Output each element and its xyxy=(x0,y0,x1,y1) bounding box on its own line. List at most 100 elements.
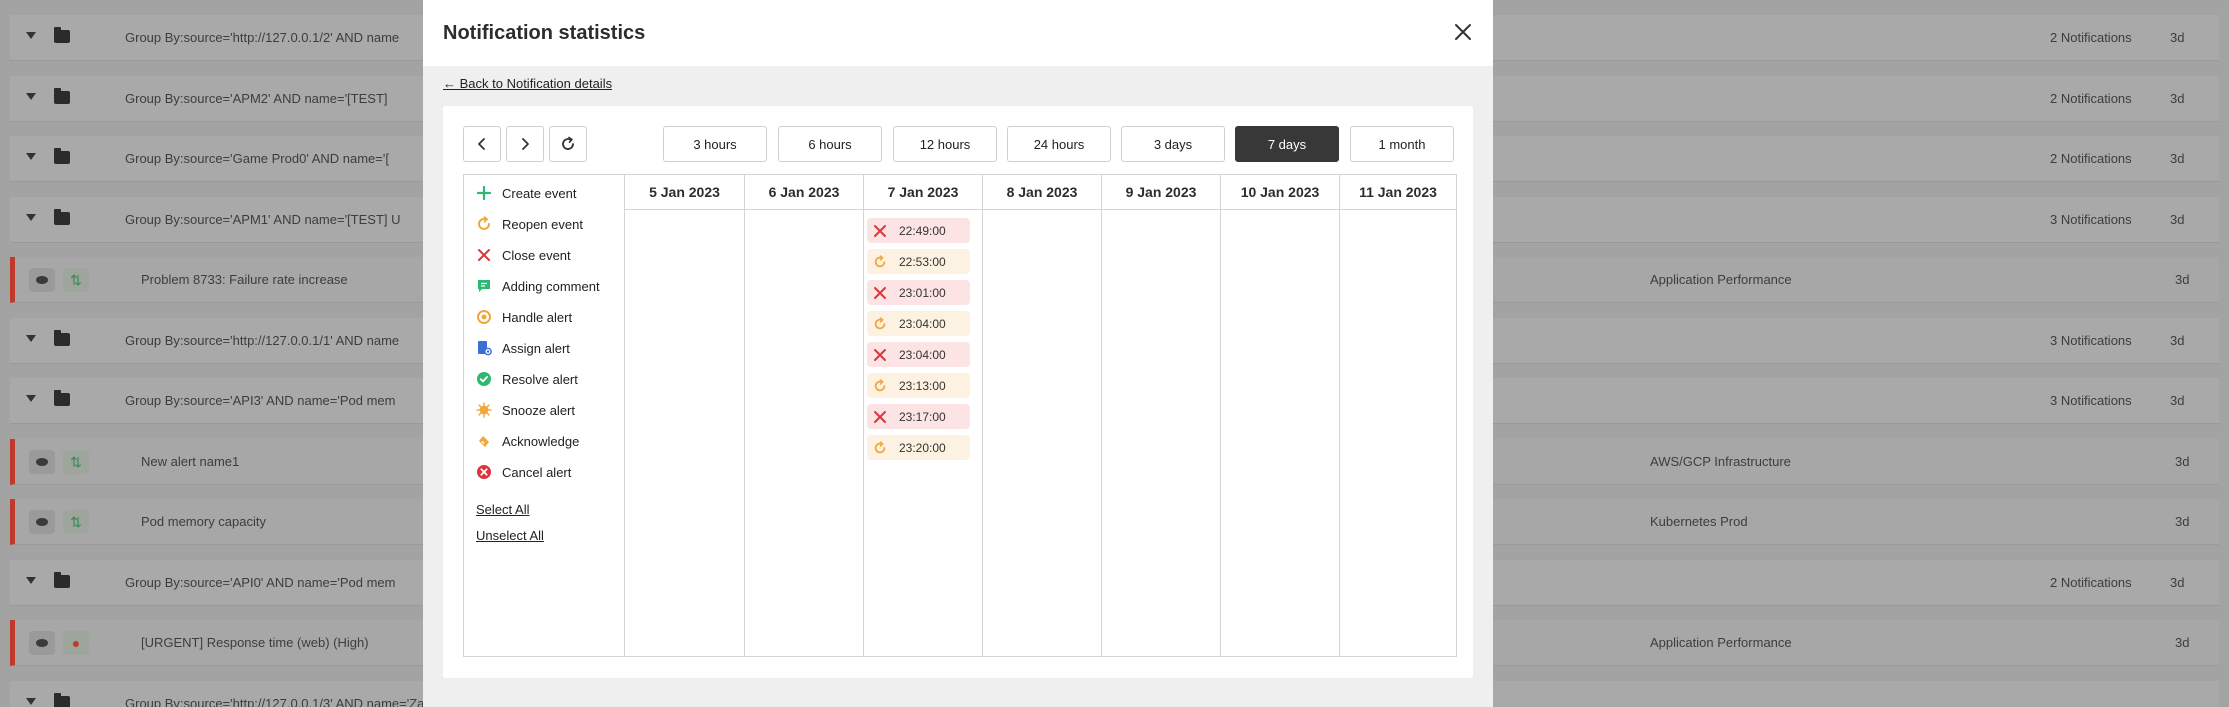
age-text: 3d xyxy=(2170,332,2185,348)
age-text: 3d xyxy=(2170,30,2185,45)
age-text: 3d xyxy=(2170,211,2185,227)
reopen-event-chip[interactable]: 23:04:00 xyxy=(867,311,970,336)
eye-icon xyxy=(29,449,55,474)
close-event-chip[interactable]: 22:49:00 xyxy=(867,218,970,243)
legend-item-adding-comment[interactable]: Adding comment xyxy=(476,276,600,296)
chevron-down-icon xyxy=(26,153,36,160)
group-query-text: Group By:source='APM2' AND name='[TEST] xyxy=(125,90,388,106)
range-button-7-days[interactable]: 7 days xyxy=(1235,126,1339,162)
legend-item-resolve-alert[interactable]: Resolve alert xyxy=(476,369,578,389)
event-time: 22:49:00 xyxy=(899,223,946,238)
comment-icon xyxy=(476,278,492,294)
legend-item-label: Reopen event xyxy=(502,216,583,232)
range-button-1-month[interactable]: 1 month xyxy=(1350,126,1454,162)
refresh-button[interactable] xyxy=(549,126,587,162)
legend-item-handle-alert[interactable]: Handle alert xyxy=(476,307,572,327)
age-text: 3d xyxy=(2175,272,2190,287)
age-text: 3d xyxy=(2170,90,2185,106)
close-x-icon xyxy=(873,410,887,424)
unselect-all-link[interactable]: Unselect All xyxy=(476,528,544,543)
legend-item-cancel-alert[interactable]: Cancel alert xyxy=(476,462,571,482)
status-icon: ⇅ xyxy=(63,449,89,474)
modal-header: Notification statistics xyxy=(423,0,1493,66)
reopen-icon xyxy=(873,440,887,455)
range-button-24-hours[interactable]: 24 hours xyxy=(1007,126,1111,162)
day-column: 9 Jan 2023 xyxy=(1101,175,1220,656)
day-header: 6 Jan 2023 xyxy=(745,175,863,210)
day-column: 6 Jan 2023 xyxy=(744,175,863,656)
range-button-3-days[interactable]: 3 days xyxy=(1121,126,1225,162)
legend-item-label: Adding comment xyxy=(502,278,600,294)
day-column: 5 Jan 2023 xyxy=(625,175,744,656)
legend-item-acknowledge[interactable]: Acknowledge xyxy=(476,431,579,451)
day-header: 5 Jan 2023 xyxy=(625,175,744,210)
chevron-left-icon xyxy=(478,138,485,150)
day-column: 11 Jan 2023 xyxy=(1339,175,1456,656)
chevron-down-icon xyxy=(26,213,36,221)
folder-icon xyxy=(54,87,70,104)
reopen-icon xyxy=(873,316,887,331)
event-time: 23:01:00 xyxy=(899,285,946,300)
legend-item-label: Cancel alert xyxy=(502,464,572,480)
close-x-icon xyxy=(873,348,887,362)
refresh-icon xyxy=(562,136,574,150)
reopen-event-chip[interactable]: 23:13:00 xyxy=(867,373,970,398)
close-event-chip[interactable]: 23:17:00 xyxy=(867,404,970,429)
alert-category-text: Application Performance xyxy=(1650,635,1792,650)
chevron-down-icon xyxy=(26,334,36,342)
legend-item-assign-alert[interactable]: Assign alert xyxy=(476,338,570,358)
chevron-down-icon xyxy=(26,395,36,402)
group-query-text: Group By:source='http://127.0.0.1/1' AND… xyxy=(125,332,400,348)
range-button-3-hours[interactable]: 3 hours xyxy=(663,126,767,162)
group-query-text: Group By:source='APM1' AND name='[TEST] … xyxy=(125,211,401,227)
chevron-down-icon xyxy=(26,576,36,584)
reopen-icon xyxy=(873,378,887,393)
cancel-circle-icon xyxy=(476,464,492,480)
event-time: 22:53:00 xyxy=(899,254,946,269)
handle-icon xyxy=(476,309,492,325)
alert-name-text: Pod memory capacity xyxy=(141,514,266,529)
reopen-event-chip[interactable]: 23:20:00 xyxy=(867,435,970,460)
range-button-6-hours[interactable]: 6 hours xyxy=(778,126,882,162)
legend-item-reopen-event[interactable]: Reopen event xyxy=(476,214,583,234)
range-button-12-hours[interactable]: 12 hours xyxy=(893,126,997,162)
event-time: 23:17:00 xyxy=(899,409,946,424)
notification-count: 2 Notifications xyxy=(2050,30,2132,45)
eye-icon xyxy=(29,510,55,534)
close-button[interactable] xyxy=(1451,20,1475,44)
notification-count: 3 Notifications xyxy=(2050,211,2132,227)
notification-count: 2 Notifications xyxy=(2050,151,2132,166)
legend-item-snooze-alert[interactable]: Snooze alert xyxy=(476,400,575,420)
assign-icon xyxy=(476,340,492,356)
select-all-link[interactable]: Select All xyxy=(476,502,529,517)
acknowledge-icon xyxy=(476,433,492,449)
eye-icon xyxy=(29,631,55,655)
legend-item-label: Snooze alert xyxy=(502,402,575,418)
close-event-chip[interactable]: 23:04:00 xyxy=(867,342,970,367)
reopen-event-chip[interactable]: 22:53:00 xyxy=(867,249,970,274)
previous-button[interactable] xyxy=(463,126,501,162)
day-header: 11 Jan 2023 xyxy=(1340,175,1456,210)
folder-icon xyxy=(54,329,70,346)
age-text: 3d xyxy=(2170,151,2185,166)
check-circle-icon xyxy=(476,371,492,387)
legend-item-close-event[interactable]: Close event xyxy=(476,245,571,265)
status-icon: ● xyxy=(63,631,89,655)
alert-name-text: Problem 8733: Failure rate increase xyxy=(141,272,348,287)
close-x-icon xyxy=(476,247,492,263)
legend-item-label: Resolve alert xyxy=(502,371,578,387)
modal-title: Notification statistics xyxy=(443,22,646,44)
back-to-details-link[interactable]: ← Back to Notification details xyxy=(443,76,612,91)
folder-icon xyxy=(54,390,70,406)
close-event-chip[interactable]: 23:01:00 xyxy=(867,280,970,305)
event-time: 23:04:00 xyxy=(899,347,946,362)
alert-category-text: Kubernetes Prod xyxy=(1650,514,1748,529)
legend-item-label: Handle alert xyxy=(502,309,573,325)
legend-item-create-event[interactable]: Create event xyxy=(476,183,576,203)
snooze-icon xyxy=(476,402,492,418)
next-button[interactable] xyxy=(506,126,544,162)
status-icon: ⇅ xyxy=(63,510,89,534)
day-column: 7 Jan 2023 22:49:00 22:53:00 23:01:00 23… xyxy=(863,175,982,656)
chevron-down-icon xyxy=(26,32,36,39)
alert-name-text: New alert name1 xyxy=(141,453,240,469)
